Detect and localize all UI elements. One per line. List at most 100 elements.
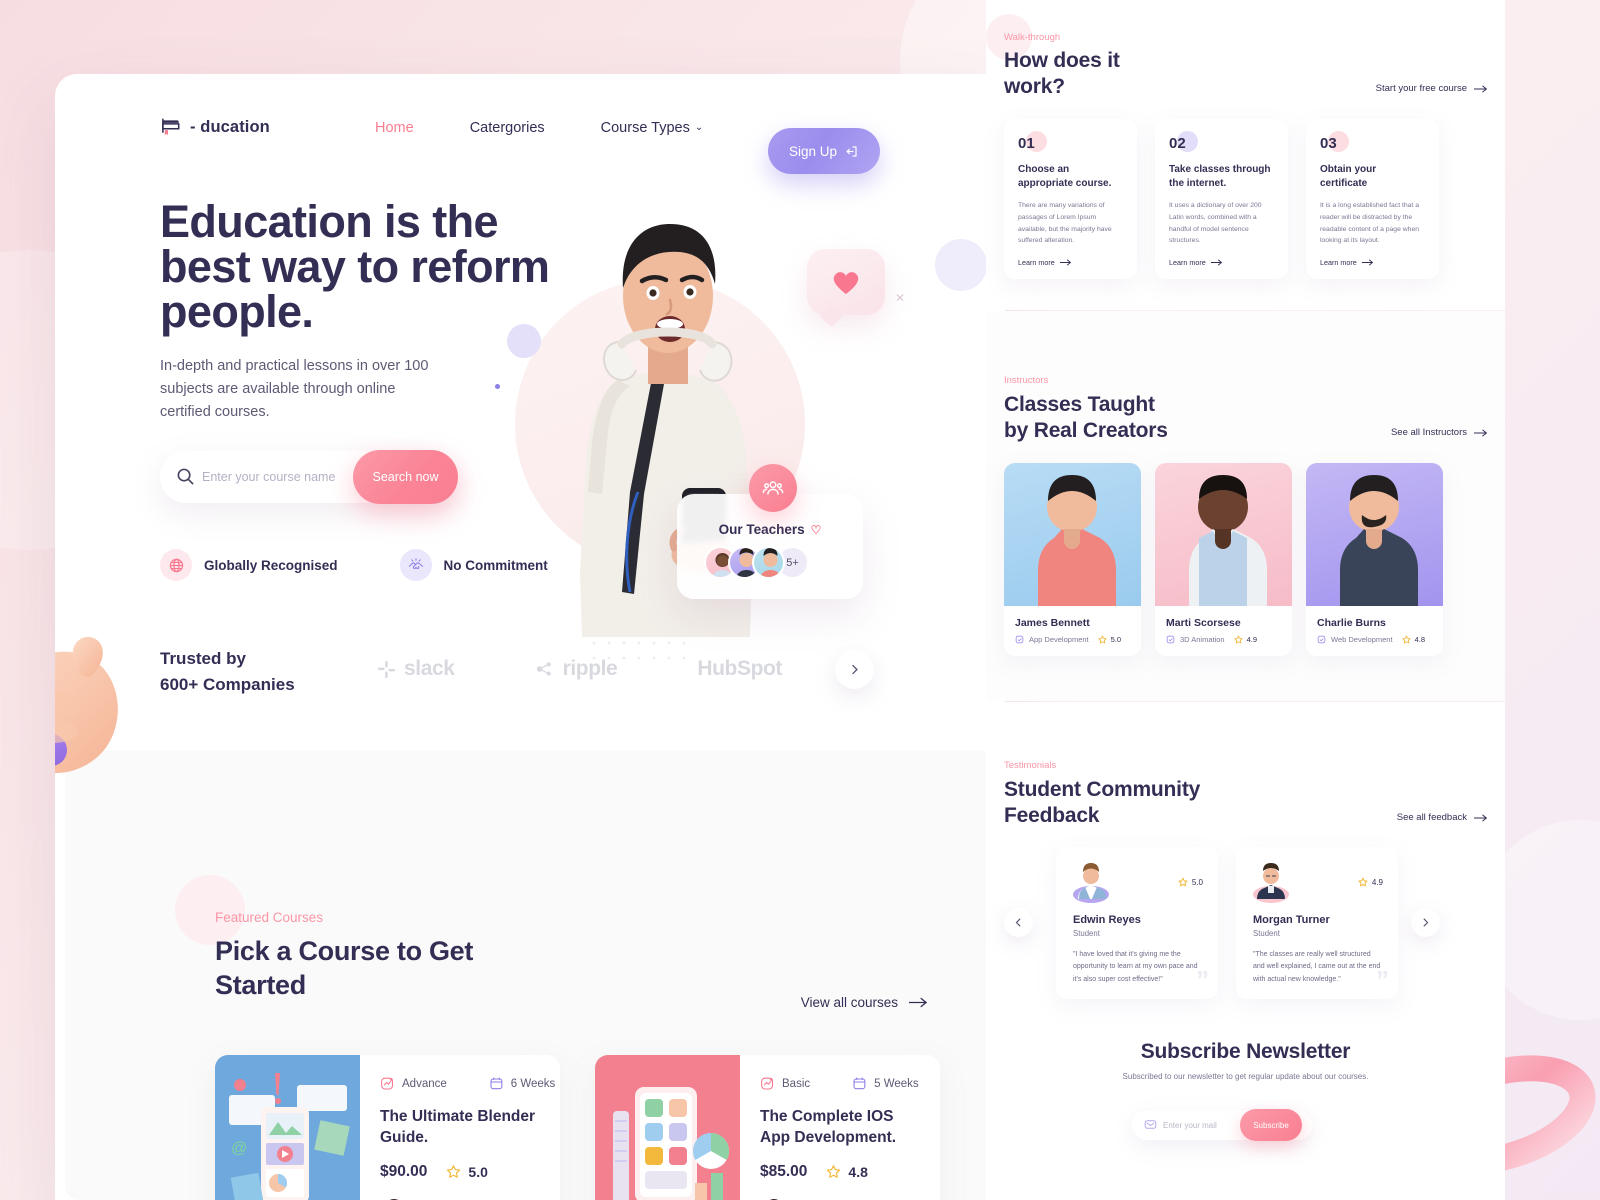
- instructor-meta: 3D Animation 4.9: [1166, 635, 1292, 644]
- instructors-kicker: Instructors: [1004, 375, 1049, 386]
- arrow-right-icon: [1474, 814, 1487, 821]
- quote-mark-icon: ”: [1196, 965, 1209, 995]
- step-learn-more-link[interactable]: Learn more: [1169, 258, 1274, 267]
- category-icon: [1166, 635, 1175, 644]
- testimonial-card[interactable]: 4.9 Morgan Turner Student "The classes a…: [1236, 847, 1398, 999]
- hero-dot-purple: [495, 384, 500, 389]
- nav-link-course-types[interactable]: Course Types ⌄: [601, 120, 704, 136]
- hubspot-logo: HubSpot: [697, 657, 782, 681]
- avatar: [752, 546, 785, 579]
- step-title: Choose an appropriate course.: [1018, 164, 1112, 190]
- view-all-courses-link[interactable]: View all courses: [801, 995, 927, 1010]
- instructor-rating: 4.9: [1234, 635, 1257, 644]
- search-now-button[interactable]: Search now: [353, 450, 458, 504]
- teacher-avatars: 5+: [704, 546, 809, 579]
- course-level-label: Advance: [402, 1077, 447, 1090]
- step-learn-more-link[interactable]: Learn more: [1320, 258, 1425, 267]
- hubspot-logo-text: HubSpot: [697, 657, 783, 680]
- our-teachers-label: Our Teachers: [718, 522, 805, 537]
- brand-name: - ducation: [190, 118, 270, 136]
- step-body: It uses a dictionary of over 200 Latin w…: [1169, 202, 1262, 245]
- search-input[interactable]: [202, 470, 342, 484]
- step-learn-more-link[interactable]: Learn more: [1018, 258, 1123, 267]
- featured-kicker: Featured Courses: [215, 910, 324, 925]
- thumbs-up-3d-illustration: [55, 636, 118, 774]
- subscribe-button[interactable]: Subscribe: [1240, 1109, 1302, 1141]
- signup-label: Sign Up: [788, 143, 838, 159]
- newsletter-form: Subscribe: [1132, 1109, 1312, 1141]
- step-card[interactable]: 03 Obtain your certificate It is a long …: [1306, 119, 1439, 279]
- step-number: 02: [1169, 135, 1186, 152]
- instructor-rating-value: 4.8: [1414, 635, 1425, 644]
- star-icon: [827, 1165, 841, 1179]
- course-meta: Advance 6 Weeks: [380, 1076, 555, 1091]
- see-all-instructors-label: See all Instructors: [1390, 427, 1467, 438]
- globe-icon: [160, 549, 192, 581]
- our-teachers-title: Our Teachers ♡: [677, 522, 863, 537]
- hero-subtitle: In-depth and practical lessons in over 1…: [160, 358, 429, 420]
- start-free-course-link[interactable]: Start your free course: [1376, 83, 1487, 94]
- instructor-card[interactable]: Charlie Burns Web Development 4.8: [1306, 463, 1443, 656]
- step-body: It is a long established fact that a rea…: [1320, 202, 1420, 245]
- logos-next-button[interactable]: [835, 650, 874, 689]
- category-icon: [1317, 635, 1326, 644]
- close-icon[interactable]: ✕: [895, 291, 905, 305]
- course-thumbnail: @: [215, 1055, 360, 1200]
- ripple-logo: ripple: [535, 657, 618, 681]
- testimonial-next-button[interactable]: [1411, 908, 1440, 937]
- see-all-instructors-link[interactable]: See all Instructors: [1391, 427, 1487, 438]
- see-all-feedback-link[interactable]: See all feedback: [1397, 812, 1487, 823]
- svg-text:@: @: [231, 1140, 247, 1157]
- step-card[interactable]: 02 Take classes through the internet. It…: [1155, 119, 1288, 279]
- instructor-photo: [1004, 463, 1141, 606]
- arrow-right-icon: [1210, 259, 1222, 266]
- course-card[interactable]: Basic 5 Weeks The Complete IOS App Devel…: [595, 1055, 940, 1200]
- course-level: Advance: [380, 1076, 447, 1091]
- testimonial-name: Morgan Turner: [1253, 914, 1330, 926]
- instructor-card[interactable]: Marti Scorsese 3D Animation 4.9: [1155, 463, 1292, 656]
- signup-button[interactable]: Sign Up: [768, 128, 880, 174]
- start-free-course-label: Start your free course: [1375, 83, 1467, 94]
- newsletter-title: Subscribe Newsletter: [1140, 1040, 1351, 1063]
- testimonial-role: Student: [1253, 929, 1280, 938]
- learn-more-label: Learn more: [1320, 258, 1357, 268]
- step-card[interactable]: 01 Choose an appropriate course. There a…: [1004, 119, 1137, 279]
- testimonial-rating-value: 5.0: [1191, 877, 1203, 887]
- slack-logo-text: slack: [404, 657, 455, 680]
- instructor-rating-value: 5.0: [1110, 635, 1122, 644]
- testimonial-card[interactable]: 5.0 Edwin Reyes Student "I have loved th…: [1056, 847, 1218, 999]
- testimonial-rating: 5.0: [1178, 877, 1203, 887]
- chevron-right-icon: [1423, 918, 1429, 927]
- hero-feature-badges: Globally Recognised No Commitment: [160, 549, 548, 581]
- course-title: The Ultimate Blender Guide.: [380, 1108, 536, 1147]
- instructors-title: Classes Taught by Real Creators: [1004, 393, 1168, 442]
- avatar: [1253, 863, 1289, 903]
- testimonial-role: Student: [1073, 929, 1100, 938]
- star-icon: [1358, 877, 1368, 887]
- testimonial-prev-button[interactable]: [1004, 908, 1033, 937]
- chevron-left-icon: [1015, 918, 1021, 927]
- testimonial-quote: "I have loved that it's giving me the op…: [1073, 951, 1198, 983]
- course-price-row: $90.00 5.0: [380, 1163, 555, 1181]
- instructor-meta: App Development 5.0: [1015, 635, 1141, 644]
- company-logos: slack ripple HubSpot: [375, 657, 782, 681]
- instructor-meta: Web Development 4.8: [1317, 635, 1443, 644]
- nav-link-home[interactable]: Home: [375, 120, 414, 136]
- instructor-card[interactable]: James Bennett App Development 5.0: [1004, 463, 1141, 656]
- testimonial-rating: 4.9: [1358, 877, 1383, 887]
- testimonials-kicker: Testimonials: [1004, 760, 1057, 771]
- instructor-category: App Development: [1029, 635, 1089, 644]
- hero-blob-white: [935, 239, 987, 291]
- instructor-photo: [1155, 463, 1292, 606]
- nav-link-catergories[interactable]: Catergories: [470, 120, 545, 136]
- course-duration-label: 6 Weeks: [510, 1077, 556, 1090]
- nav-links: Home Catergories Course Types ⌄: [375, 120, 703, 136]
- course-duration: 5 Weeks: [852, 1076, 919, 1091]
- feature-no-commitment: No Commitment: [399, 549, 548, 581]
- step-number: 03: [1320, 135, 1337, 152]
- nav-link-course-types-label: Course Types: [600, 120, 690, 136]
- brand-logo[interactable]: - ducation: [160, 116, 270, 139]
- course-card[interactable]: @ Advance 6 Weeks The Ultimate Blender G…: [215, 1055, 560, 1200]
- level-icon: [761, 1077, 774, 1090]
- secondary-page-panel: Walk-through How does it work? Start you…: [986, 0, 1505, 1200]
